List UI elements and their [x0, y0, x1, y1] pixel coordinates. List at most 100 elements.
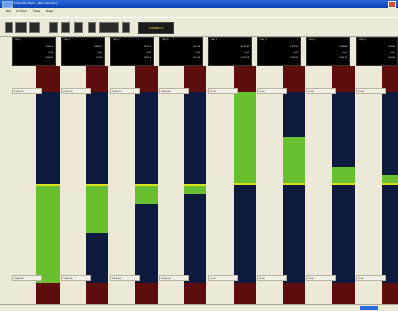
scale-bottom-4: 10000.00 [159, 275, 189, 281]
scale-bottom-6: 10.00 [257, 275, 287, 281]
tool-icon-6[interactable] [74, 22, 83, 33]
menu-help[interactable]: Help [46, 9, 53, 13]
menu-control[interactable]: Control [16, 9, 27, 13]
close-button[interactable] [388, 1, 396, 8]
channel-max-3: 2161.5 [144, 57, 151, 59]
channel-name-8: CH2_4 [359, 39, 366, 41]
menu-view[interactable]: View [33, 9, 40, 13]
channel-cur-7: 1.39484 [338, 46, 347, 48]
channel-max-4: 257.26 [193, 57, 200, 59]
scale-top-5: 10.00 [208, 88, 238, 94]
bar-navy-low-6 [283, 185, 305, 283]
scale-top-8: 10.00 [356, 88, 386, 94]
bar-value-2 [86, 186, 108, 233]
status-button[interactable] [360, 306, 378, 310]
channel-min-6: 0.01 [293, 52, 298, 54]
scale-top-4: 10000.00 [159, 88, 189, 94]
tool-icon-7[interactable] [88, 22, 96, 33]
channel-max-1: 2002.0 [46, 57, 53, 59]
tool-icon-3[interactable] [29, 22, 40, 33]
bar-value-8 [382, 175, 398, 183]
bar-navy-low-8 [382, 185, 398, 283]
bar-value-5 [234, 92, 256, 183]
channel-max-8: 0.5930 [388, 57, 395, 59]
channel-max-5: 0.01124 [240, 57, 249, 59]
channel-header-5: CH2_1 0.01130 0.01 0.01124 [208, 37, 252, 66]
channel-min-5: 0.01 [244, 52, 249, 54]
channel-max-2: 22.55 [96, 57, 102, 59]
bar-navy-8 [382, 92, 398, 175]
channel-name-7: CH2_3 [309, 39, 316, 41]
scale-bottom-7: 10.00 [306, 275, 336, 281]
tool-icon-2[interactable] [15, 22, 27, 33]
bar-navy-6 [283, 92, 305, 137]
tool-icon-1[interactable] [5, 22, 13, 33]
scale-top-7: 10.00 [306, 88, 336, 94]
bar-navy-2 [86, 92, 108, 184]
bar-bottom-5 [234, 283, 256, 306]
channel-min-3: 0.00 [146, 52, 151, 54]
scale-bottom-3: 10000.00 [110, 275, 140, 281]
bar-bottom-2 [86, 283, 108, 306]
menu-file[interactable]: File [6, 9, 11, 13]
channel-min-1: 0.00 [48, 52, 53, 54]
bar-navy-1 [36, 92, 60, 184]
scale-bottom-8: 10.00 [356, 275, 386, 281]
bar-navy-3 [135, 92, 158, 184]
scale-top-2: 10000.00 [61, 88, 91, 94]
channel-name-6: CH2_2 [260, 39, 267, 41]
channel-min-8: 0.01 [390, 52, 395, 54]
bar-navy-low-4 [184, 194, 206, 283]
bar-navy-4 [184, 92, 206, 184]
bar-value-4 [184, 186, 206, 194]
channel-header-2: CH1_2 -588.97 0.00 22.55 [61, 37, 105, 66]
channel-max-6: 1.35193 [289, 57, 298, 59]
channel-cur-5: 0.01130 [240, 46, 249, 48]
scale-top-6: 10.00 [257, 88, 287, 94]
scale-bottom-2: 10000.00 [61, 275, 91, 281]
channel-name-3: CH1_3 [113, 39, 120, 41]
channel-cur-8: 0.5930 [388, 46, 395, 48]
channel-cur-6: 1.37793 [289, 46, 298, 48]
bar-bottom-6 [283, 283, 305, 306]
channel-min-4: 0.00 [195, 52, 200, 54]
menu-bar: File Control View Help [0, 8, 398, 16]
app-icon [2, 1, 13, 8]
channel-header-1: CH1_1 2902.0 0.00 2002.0 [12, 37, 56, 66]
scale-bottom-5: 10.00 [208, 275, 238, 281]
channel-name-5: CH2_1 [211, 39, 218, 41]
bar-bottom-8 [382, 283, 398, 306]
title-bar: CLR-STR Main - [Bar Monitor] [0, 0, 398, 8]
channel-header-3: CH1_3 2161.5 0.00 2161.5 [110, 37, 154, 66]
bar-bottom-3 [135, 283, 158, 306]
channel-header-7: CH2_3 1.39484 0.01 1.39173 [306, 37, 350, 66]
bar-navy-low-5 [234, 185, 256, 283]
channel-header-4: CH1_4 257.26 0.00 257.26 [159, 37, 203, 66]
channel-min-2: 0.00 [97, 52, 102, 54]
bar-value-3 [135, 186, 158, 204]
bar-bottom-1 [36, 283, 60, 306]
channel-name-4: CH1_4 [162, 39, 169, 41]
bar-value-6 [283, 137, 305, 183]
tool-icon-8[interactable] [99, 22, 119, 33]
bar-value-7 [332, 167, 355, 183]
channel-name-2: CH1_2 [64, 39, 71, 41]
bar-navy-low-7 [332, 185, 355, 283]
channel-header-8: CH2_4 0.5930 0.01 0.5930 [356, 37, 398, 66]
bar-navy-7 [332, 92, 355, 167]
scale-top-3: 10000.00 [110, 88, 140, 94]
scale-top-1: 10000.00 [12, 88, 42, 94]
tool-icon-4[interactable] [49, 22, 58, 33]
channel-header-6: CH2_2 1.37793 0.01 1.35193 [257, 37, 301, 66]
tool-icon-5[interactable] [61, 22, 70, 33]
toolbar: CONNECT [0, 17, 398, 37]
channel-max-7: 1.39173 [338, 57, 347, 59]
tool-icon-9[interactable] [122, 22, 130, 33]
connect-button[interactable]: CONNECT [138, 22, 174, 34]
channel-cur-3: 2161.5 [144, 46, 151, 48]
channel-min-7: 0.01 [342, 52, 347, 54]
bar-bottom-4 [184, 283, 206, 306]
bar-bottom-7 [332, 283, 355, 306]
channel-name-1: CH1_1 [15, 39, 22, 41]
channel-cur-4: 257.26 [193, 46, 200, 48]
